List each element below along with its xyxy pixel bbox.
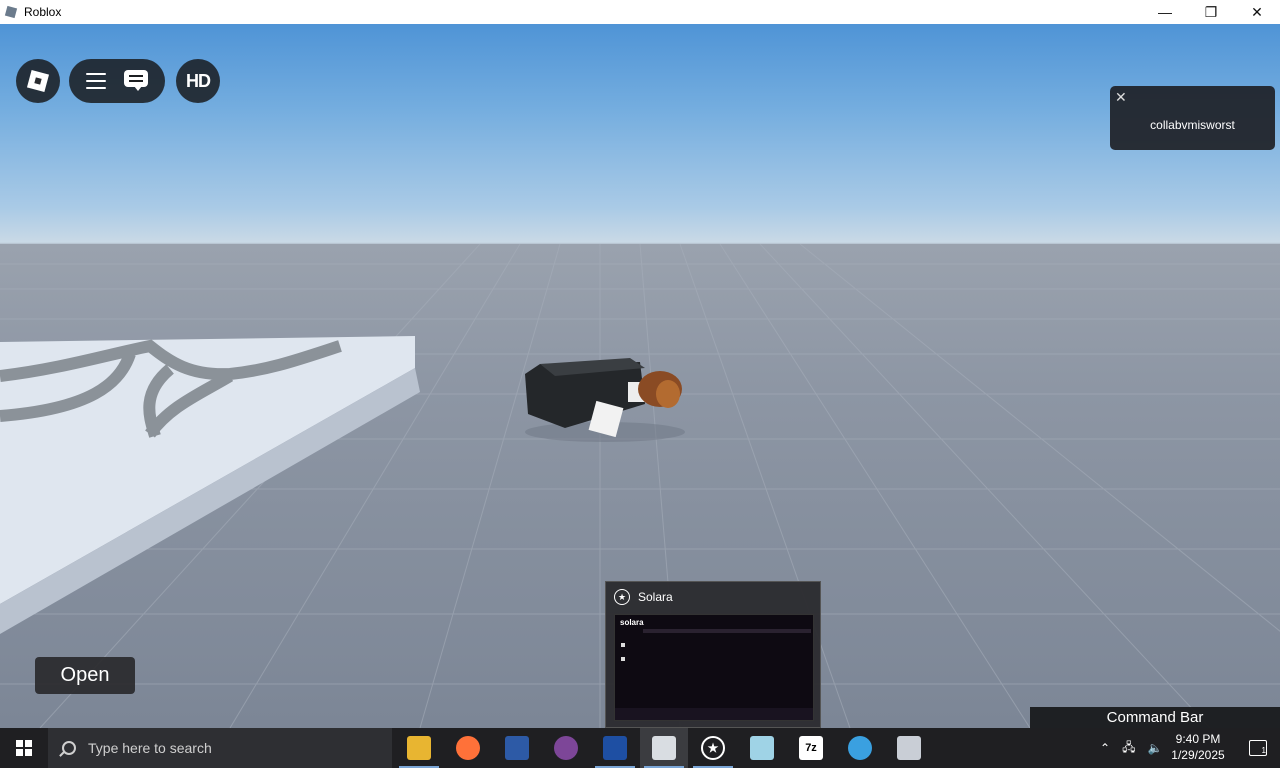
maximize-button[interactable]: ❐ xyxy=(1188,0,1234,24)
start-button[interactable] xyxy=(0,728,48,768)
minimize-button[interactable]: — xyxy=(1142,0,1188,24)
taskbar-app-roblox[interactable] xyxy=(640,728,688,768)
notification-badge: 1 xyxy=(1261,746,1266,755)
solara-thumbnail[interactable]: solara xyxy=(614,614,814,721)
clock-date: 1/29/2025 xyxy=(1171,748,1225,762)
roblox-app-icon xyxy=(4,5,18,19)
hamburger-menu-icon[interactable] xyxy=(86,73,106,89)
file-explorer-icon xyxy=(407,736,431,760)
hd-admin-button[interactable]: HD xyxy=(176,59,220,103)
taskbar-app-tor[interactable] xyxy=(542,728,590,768)
solara-window-preview[interactable]: ★ Solara solara xyxy=(605,581,821,728)
menu-chat-button-group[interactable] xyxy=(69,59,165,103)
solara-side-icon xyxy=(621,657,625,661)
app-s-icon xyxy=(603,736,627,760)
search-icon xyxy=(62,741,76,755)
taskbar-app-s[interactable] xyxy=(591,728,639,768)
taskbar-app-solara[interactable]: ★ xyxy=(689,728,737,768)
solara-tab-strip xyxy=(643,629,811,633)
taskbar-app-ie[interactable] xyxy=(836,728,884,768)
solara-footer-bar xyxy=(615,708,813,720)
search-placeholder: Type here to search xyxy=(88,740,212,756)
command-bar[interactable]: Command Bar xyxy=(1030,707,1280,728)
roblox-icon xyxy=(652,736,676,760)
solara-thumb-title: solara xyxy=(620,618,644,627)
window-title: Roblox xyxy=(24,5,62,19)
game-icon xyxy=(505,736,529,760)
solara-side-icon xyxy=(621,643,625,647)
player-list-card: ✕ collabvmisworst xyxy=(1110,86,1275,150)
game-viewport[interactable]: HD ✕ collabvmisworst Open Command Bar ★ … xyxy=(0,24,1280,728)
close-button[interactable]: ✕ xyxy=(1234,0,1280,24)
app-window-icon xyxy=(897,736,921,760)
system-tray: ⌃ 🖧 🔈 xyxy=(1094,728,1168,768)
taskbar-app-file-explorer[interactable] xyxy=(395,728,443,768)
solara-preview-title: Solara xyxy=(638,590,673,604)
taskbar-app-game[interactable] xyxy=(493,728,541,768)
windows-taskbar: Type here to search ★ 7z ⌃ 🖧 🔈 9:40 PM 1… xyxy=(0,728,1280,768)
taskbar-app-cube[interactable] xyxy=(738,728,786,768)
player-name: collabvmisworst xyxy=(1150,118,1235,132)
player-character[interactable] xyxy=(520,344,690,444)
notification-icon: 1 xyxy=(1249,740,1267,756)
solara-icon: ★ xyxy=(701,736,725,760)
notification-center-button[interactable]: 1 xyxy=(1236,728,1280,768)
roblox-logo-icon xyxy=(26,69,50,93)
taskbar-app-firefox[interactable] xyxy=(444,728,492,768)
volume-muted-icon[interactable]: 🔈 xyxy=(1147,741,1162,755)
taskbar-search[interactable]: Type here to search xyxy=(48,728,392,768)
tor-browser-icon xyxy=(554,736,578,760)
chevron-up-icon[interactable]: ⌃ xyxy=(1100,741,1110,755)
roblox-menu-button[interactable] xyxy=(16,59,60,103)
windows-logo-icon xyxy=(16,740,32,756)
clock-time: 9:40 PM xyxy=(1175,732,1221,746)
solara-star-icon: ★ xyxy=(614,589,630,605)
app-cube-icon xyxy=(750,736,774,760)
taskbar-clock[interactable]: 9:40 PM 1/29/2025 xyxy=(1162,731,1234,763)
close-icon[interactable]: ✕ xyxy=(1115,89,1127,106)
window-title-bar: Roblox — ❐ ✕ xyxy=(0,0,1280,24)
internet-explorer-icon xyxy=(848,736,872,760)
open-button[interactable]: Open xyxy=(35,657,135,694)
firefox-icon xyxy=(456,736,480,760)
taskbar-app-7zip[interactable]: 7z xyxy=(787,728,835,768)
chat-icon[interactable] xyxy=(124,70,148,92)
taskbar-app-window[interactable] xyxy=(885,728,933,768)
7zip-icon: 7z xyxy=(799,736,823,760)
network-icon[interactable]: 🖧 xyxy=(1122,738,1135,759)
